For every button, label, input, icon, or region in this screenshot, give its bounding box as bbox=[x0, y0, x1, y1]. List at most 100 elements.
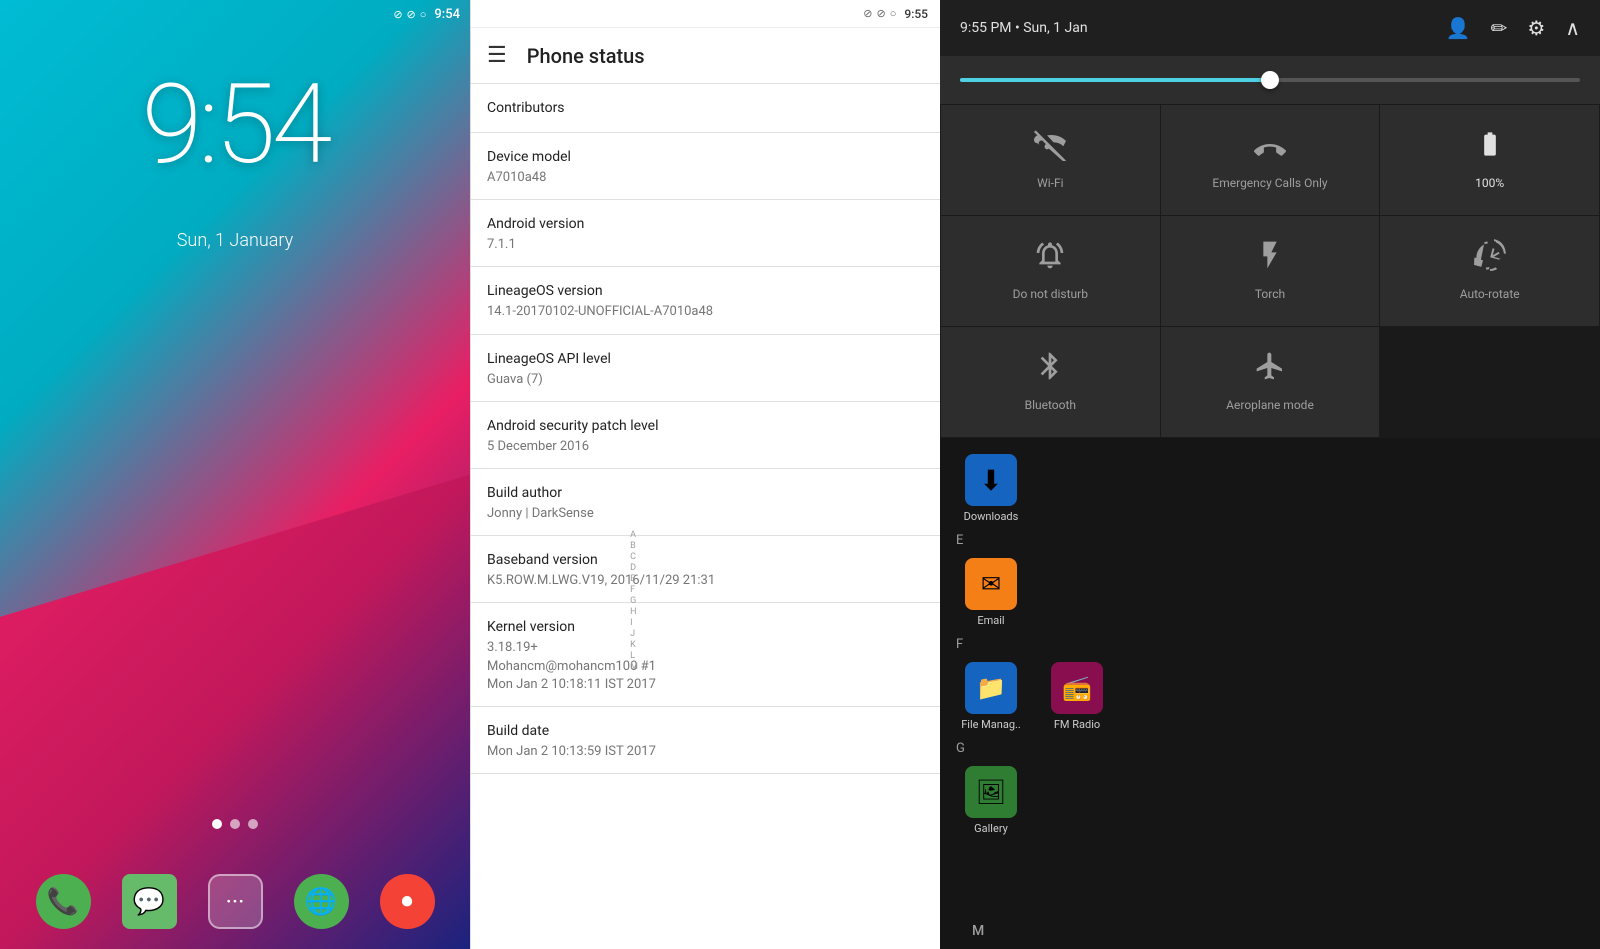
dock-apps-button[interactable]: ··· bbox=[208, 874, 263, 929]
drawer-app-downloads[interactable]: ⬇ Downloads bbox=[956, 454, 1026, 523]
torch-icon bbox=[1254, 239, 1286, 279]
section-contributors: Contributors bbox=[471, 84, 940, 133]
qs-header-actions: 👤 ✏ ⚙ ∧ bbox=[1446, 16, 1580, 40]
autorotate-tile-label: Auto-rotate bbox=[1460, 287, 1520, 303]
qs-tile-emergency[interactable]: Emergency Calls Only bbox=[1161, 105, 1380, 215]
edit-icon[interactable]: ✏ bbox=[1491, 16, 1508, 40]
ls-status-icons: ⊘ ⊘ ○ 9:54 bbox=[393, 7, 460, 22]
security-patch-label: Android security patch level bbox=[487, 418, 924, 434]
qs-tiles-grid: Wi-Fi Emergency Calls Only 100% bbox=[940, 104, 1600, 438]
section-build-author: Build author Jonny | DarkSense bbox=[471, 469, 940, 536]
qs-tile-torch[interactable]: Torch bbox=[1161, 216, 1380, 326]
lockscreen-dock: 📞 💬 ··· 🌐 ⏺ bbox=[0, 874, 470, 929]
drawer-row-f: 📁 File Manag.. 📻 FM Radio bbox=[940, 656, 1600, 737]
phone-status-content: Contributors Device model A7010a48 Andro… bbox=[471, 84, 940, 949]
email-icon: ✉ bbox=[965, 558, 1017, 610]
wifi-off-icon bbox=[1034, 129, 1066, 168]
ps-signal-icon: ⊘ bbox=[863, 7, 872, 20]
kernel-label: Kernel version bbox=[487, 619, 924, 635]
build-date-value: Mon Jan 2 10:13:59 IST 2017 bbox=[487, 743, 924, 761]
api-level-value: Guava (7) bbox=[487, 371, 924, 389]
drawer-row-downloads: ⬇ Downloads bbox=[940, 448, 1600, 529]
drawer-letter-f: F bbox=[940, 633, 1600, 656]
battery-tile-label: 100% bbox=[1475, 176, 1504, 192]
dnd-tile-label: Do not disturb bbox=[1013, 287, 1088, 303]
lockscreen: ⊘ ⊘ ○ 9:54 9:54 Sun, 1 January 📞 💬 ··· 🌐… bbox=[0, 0, 470, 949]
security-patch-value: 5 December 2016 bbox=[487, 438, 924, 456]
collapse-icon[interactable]: ∧ bbox=[1565, 16, 1580, 40]
qs-datetime: 9:55 PM • Sun, 1 Jan bbox=[960, 20, 1088, 36]
device-model-value: A7010a48 bbox=[487, 169, 924, 187]
ps-time: 9:55 bbox=[904, 7, 928, 21]
page-dot-1 bbox=[212, 819, 222, 829]
phone-status-panel: ⊘ ⊘ ○ 9:55 ☰ Phone status Contributors D… bbox=[470, 0, 940, 949]
drawer-letter-g: G bbox=[940, 737, 1600, 760]
section-device-model: Device model A7010a48 bbox=[471, 133, 940, 200]
qs-tile-autorotate[interactable]: Auto-rotate bbox=[1380, 216, 1599, 326]
brightness-thumb[interactable] bbox=[1261, 71, 1279, 89]
gallery-icon: 🖼 bbox=[965, 766, 1017, 818]
dock-messaging-button[interactable]: 💬 bbox=[122, 874, 177, 929]
section-lineageos-version: LineageOS version 14.1-20170102-UNOFFICI… bbox=[471, 267, 940, 334]
autorotate-icon bbox=[1474, 239, 1506, 279]
device-model-label: Device model bbox=[487, 149, 924, 165]
ls-signal-icon: ⊘ bbox=[393, 8, 402, 21]
baseband-label: Baseband version bbox=[487, 552, 924, 568]
phone-status-statusbar: ⊘ ⊘ ○ 9:55 bbox=[471, 0, 940, 28]
qs-tile-airplane[interactable]: Aeroplane mode bbox=[1161, 327, 1380, 437]
lockscreen-time: 9:54 bbox=[0, 60, 470, 189]
emergency-tile-label: Emergency Calls Only bbox=[1212, 176, 1327, 192]
bluetooth-icon bbox=[1034, 350, 1066, 390]
fmradio-label: FM Radio bbox=[1054, 718, 1100, 731]
build-author-label: Build author bbox=[487, 485, 924, 501]
brightness-control[interactable] bbox=[940, 56, 1600, 104]
ls-time: 9:54 bbox=[434, 7, 460, 22]
dock-phone-button[interactable]: 📞 bbox=[36, 874, 91, 929]
qs-header: 9:55 PM • Sun, 1 Jan 👤 ✏ ⚙ ∧ bbox=[940, 0, 1600, 56]
drawer-app-filemanager[interactable]: 📁 File Manag.. bbox=[956, 662, 1026, 731]
drawer-app-gallery[interactable]: 🖼 Gallery bbox=[956, 766, 1026, 835]
filemanager-icon: 📁 bbox=[965, 662, 1017, 714]
email-label: Email bbox=[977, 614, 1004, 627]
section-api-level: LineageOS API level Guava (7) bbox=[471, 335, 940, 402]
brightness-fill bbox=[960, 78, 1270, 82]
account-icon[interactable]: 👤 bbox=[1446, 16, 1471, 40]
page-title: Phone status bbox=[527, 44, 645, 68]
qs-tile-battery[interactable]: 100% bbox=[1380, 105, 1599, 215]
airplane-icon bbox=[1254, 350, 1286, 390]
dock-record-button[interactable]: ⏺ bbox=[380, 874, 435, 929]
filemanager-label: File Manag.. bbox=[961, 718, 1021, 731]
phone-status-toolbar: ☰ Phone status bbox=[471, 28, 940, 84]
qs-tile-wifi[interactable]: Wi-Fi bbox=[941, 105, 1160, 215]
drawer-current-letter: M bbox=[972, 923, 984, 939]
downloads-icon: ⬇ bbox=[965, 454, 1017, 506]
drawer-row-email: ✉ Email bbox=[940, 552, 1600, 633]
section-baseband: Baseband version K5.ROW.M.LWG.V19, 2016/… bbox=[471, 536, 940, 603]
quick-settings-panel: 9:55 PM • Sun, 1 Jan 👤 ✏ ⚙ ∧ Wi-Fi bbox=[940, 0, 1600, 949]
dnd-icon bbox=[1034, 239, 1066, 279]
dock-browser-button[interactable]: 🌐 bbox=[294, 874, 349, 929]
lockscreen-page-dots bbox=[0, 819, 470, 829]
qs-tile-dnd[interactable]: Do not disturb bbox=[941, 216, 1160, 326]
wifi-tile-label: Wi-Fi bbox=[1037, 176, 1063, 192]
settings-icon[interactable]: ⚙ bbox=[1527, 16, 1545, 40]
ps-status-icons: ⊘ ⊘ ○ 9:55 bbox=[863, 7, 928, 21]
section-android-version: Android version 7.1.1 bbox=[471, 200, 940, 267]
drawer-app-email[interactable]: ✉ Email bbox=[956, 558, 1026, 627]
api-level-label: LineageOS API level bbox=[487, 351, 924, 367]
menu-icon[interactable]: ☰ bbox=[487, 43, 507, 68]
call-off-icon bbox=[1254, 128, 1286, 168]
kernel-value: 3.18.19+ Mohancm@mohancm100 #1 Mon Jan 2… bbox=[487, 639, 924, 694]
fmradio-icon: 📻 bbox=[1051, 662, 1103, 714]
lockscreen-date: Sun, 1 January bbox=[0, 230, 470, 251]
drawer-app-fmradio[interactable]: 📻 FM Radio bbox=[1042, 662, 1112, 731]
section-build-date: Build date Mon Jan 2 10:13:59 IST 2017 bbox=[471, 707, 940, 774]
android-version-label: Android version bbox=[487, 216, 924, 232]
torch-tile-label: Torch bbox=[1255, 287, 1285, 303]
section-security-patch: Android security patch level 5 December … bbox=[471, 402, 940, 469]
drawer-row-gallery: 🖼 Gallery bbox=[940, 760, 1600, 841]
contributors-label: Contributors bbox=[487, 100, 924, 116]
brightness-bar[interactable] bbox=[960, 78, 1580, 82]
qs-tile-bluetooth[interactable]: Bluetooth bbox=[941, 327, 1160, 437]
page-dot-2 bbox=[230, 819, 240, 829]
